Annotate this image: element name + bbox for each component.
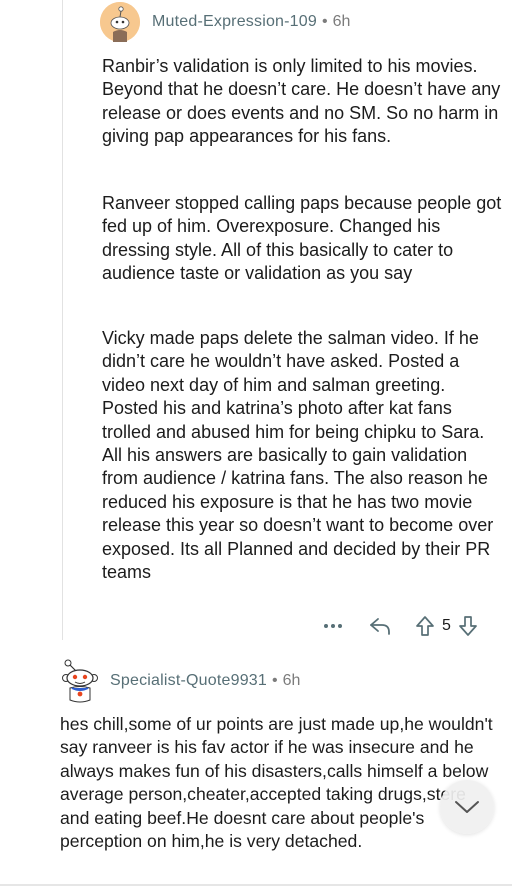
- downvote-arrow-icon: [459, 616, 477, 636]
- comment-author[interactable]: Specialist-Quote9931: [110, 672, 267, 690]
- comment-author[interactable]: Muted-Expression-109: [152, 13, 317, 31]
- more-dots-icon: [324, 624, 342, 628]
- more-options-button[interactable]: [318, 623, 348, 629]
- comment-paragraph: Ranbir’s validation is only limited to h…: [102, 56, 501, 147]
- downvote-button[interactable]: [455, 615, 481, 637]
- comment-body: hes chill,some of ur points are just mad…: [60, 714, 493, 852]
- upvote-arrow-icon: [416, 616, 434, 636]
- avatar[interactable]: [100, 2, 140, 42]
- vote-score: 5: [442, 617, 451, 634]
- thread-line[interactable]: [62, 0, 63, 640]
- comment-header: Specialist-Quote9931 • 6h: [58, 658, 300, 704]
- comment-actions: 5: [318, 610, 481, 642]
- comment-timestamp: 6h: [282, 672, 301, 689]
- reply-button[interactable]: [358, 616, 402, 636]
- comment-header: Muted-Expression-109 • 6h: [100, 2, 350, 42]
- scroll-down-button[interactable]: [440, 780, 494, 834]
- snoo-avatar-icon: [62, 659, 98, 703]
- upvote-button[interactable]: [412, 615, 438, 637]
- comment-paragraph: Ranveer stopped calling paps because peo…: [102, 193, 502, 284]
- meta-separator: •: [271, 672, 278, 689]
- reply-arrow-icon: [370, 618, 390, 635]
- comment-paragraph: Vicky made paps delete the salman video.…: [102, 328, 494, 583]
- meta-separator: •: [321, 13, 328, 30]
- snoo-avatar-icon: [100, 2, 140, 42]
- chevron-down-icon: [455, 801, 479, 813]
- avatar[interactable]: [58, 658, 102, 704]
- comment-timestamp: 6h: [332, 13, 351, 30]
